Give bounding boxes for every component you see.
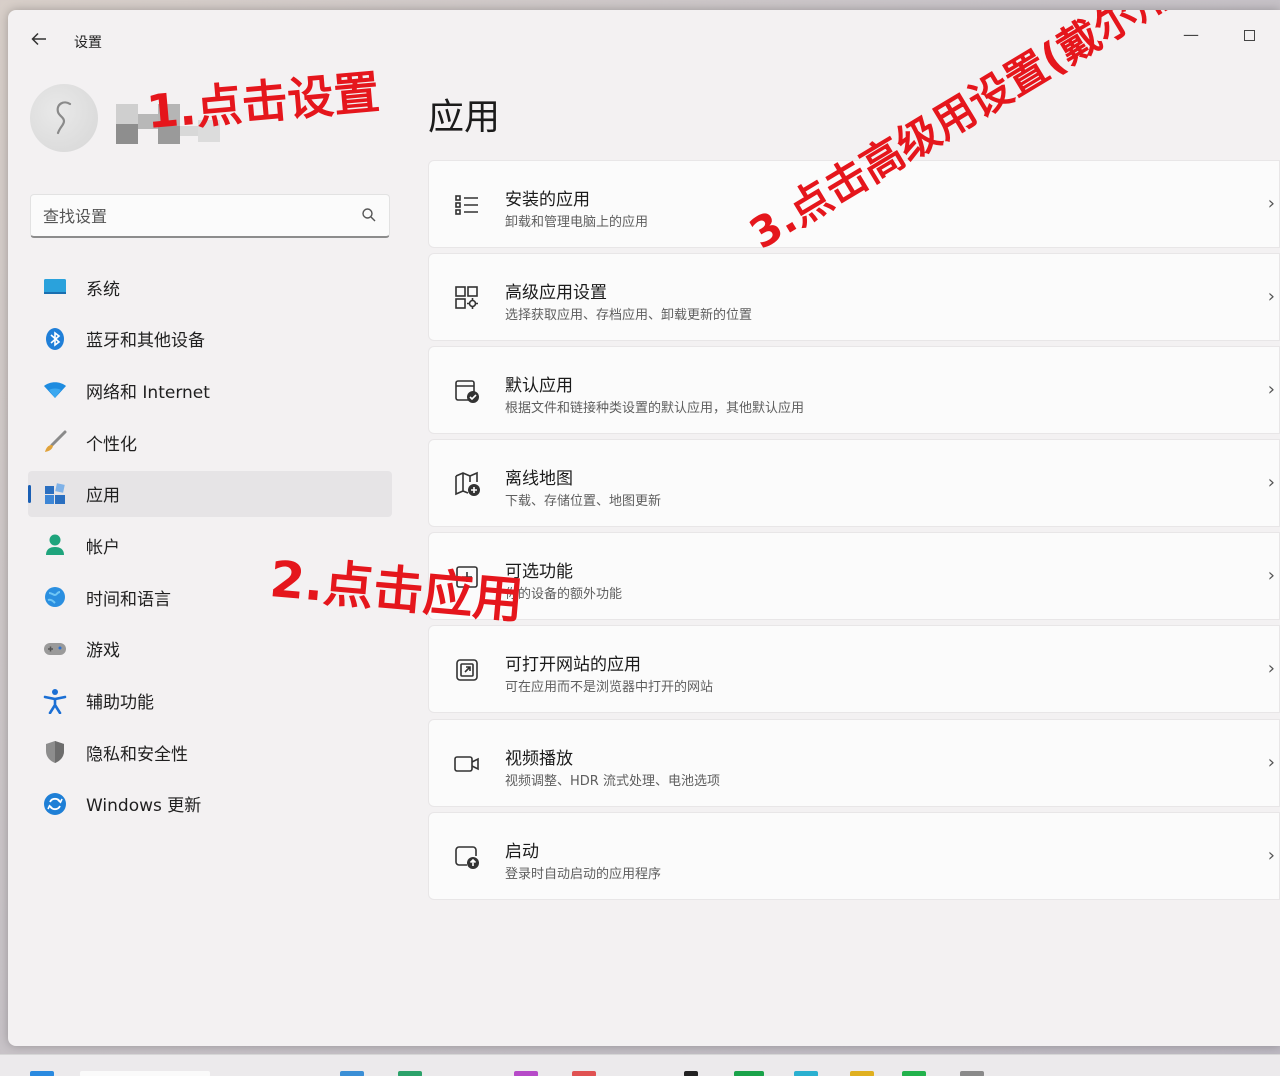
card-description: 登录时自动启动的应用程序 bbox=[505, 866, 662, 882]
card-optional-features[interactable]: 可选功能 你的设备的额外功能 › bbox=[428, 532, 1280, 621]
accessibility-icon bbox=[42, 688, 68, 714]
search-icon bbox=[362, 208, 376, 222]
active-indicator bbox=[28, 484, 31, 503]
sidebar-item-windows-update[interactable]: Windows 更新 bbox=[28, 781, 392, 827]
taskbar-app-icon[interactable] bbox=[684, 1071, 698, 1076]
sidebar-item-label: 游戏 bbox=[86, 641, 120, 662]
chevron-right-icon: › bbox=[1267, 751, 1275, 773]
card-advanced-app-settings[interactable]: 高级应用设置 选择获取应用、存档应用、卸载更新的位置 › bbox=[428, 253, 1280, 342]
sidebar-item-gaming[interactable]: 游戏 bbox=[28, 626, 392, 672]
sidebar-item-label: 时间和语言 bbox=[86, 589, 171, 610]
window-title: 设置 bbox=[74, 35, 102, 51]
list-icon bbox=[455, 195, 478, 215]
taskbar-app-icon[interactable] bbox=[734, 1071, 764, 1076]
open-website-icon bbox=[456, 659, 478, 682]
apps-icon bbox=[42, 481, 68, 507]
sidebar-item-accessibility[interactable]: 辅助功能 bbox=[28, 678, 392, 724]
taskbar-app-icon[interactable] bbox=[514, 1071, 538, 1076]
taskbar-app-icon[interactable] bbox=[340, 1071, 364, 1076]
page-title: 应用 bbox=[428, 97, 501, 138]
card-title: 可打开网站的应用 bbox=[505, 655, 641, 676]
card-title: 安装的应用 bbox=[505, 190, 590, 210]
chevron-right-icon: › bbox=[1267, 286, 1275, 308]
sidebar-item-label: 隐私和安全性 bbox=[86, 744, 188, 765]
taskbar-app-icon[interactable] bbox=[398, 1071, 422, 1076]
sidebar-item-label: 个性化 bbox=[86, 434, 137, 455]
brush-icon bbox=[42, 429, 68, 455]
chevron-right-icon: › bbox=[1267, 565, 1275, 587]
card-description: 根据文件和链接种类设置的默认应用，其他默认应用 bbox=[505, 401, 805, 417]
sidebar-item-label: 辅助功能 bbox=[86, 693, 154, 713]
system-icon bbox=[42, 274, 68, 300]
card-description: 视频调整、HDR 流式处理、电池选项 bbox=[505, 773, 720, 789]
sidebar-item-personalization[interactable]: 个性化 bbox=[28, 419, 392, 465]
minimize-button[interactable]: — bbox=[1176, 20, 1206, 50]
card-startup[interactable]: 启动 登录时自动启动的应用程序 › bbox=[428, 811, 1280, 900]
taskbar bbox=[0, 1054, 1280, 1076]
card-default-apps[interactable]: 默认应用 根据文件和链接种类设置的默认应用，其他默认应用 › bbox=[428, 346, 1280, 435]
card-description: 可在应用而不是浏览器中打开的网站 bbox=[505, 680, 714, 696]
taskbar-app-icon[interactable] bbox=[572, 1071, 596, 1076]
video-icon bbox=[454, 755, 479, 772]
sidebar-item-apps[interactable]: 应用 bbox=[28, 470, 392, 517]
settings-list: 安装的应用 卸载和管理电脑上的应用 › 高级应用设置 选择获取应用、存档应用、卸… bbox=[428, 160, 1280, 905]
sidebar-item-label: 帐户 bbox=[86, 537, 120, 558]
card-description: 下载、存储位置、地图更新 bbox=[505, 494, 662, 510]
card-offline-maps[interactable]: 离线地图 下载、存储位置、地图更新 › bbox=[428, 439, 1280, 528]
chevron-right-icon: › bbox=[1267, 472, 1275, 494]
gamepad-icon bbox=[42, 636, 68, 662]
card-video-playback[interactable]: 视频播放 视频调整、HDR 流式处理、电池选项 › bbox=[428, 718, 1280, 807]
card-apps-for-websites[interactable]: 可打开网站的应用 可在应用而不是浏览器中打开的网站 › bbox=[428, 625, 1280, 714]
update-icon bbox=[42, 791, 68, 817]
sidebar-item-label: Windows 更新 bbox=[86, 796, 202, 817]
card-title: 默认应用 bbox=[505, 376, 573, 397]
avatar[interactable] bbox=[30, 84, 98, 152]
wifi-icon bbox=[42, 377, 68, 403]
back-arrow-icon[interactable] bbox=[26, 28, 52, 54]
account-icon bbox=[42, 532, 68, 558]
sidebar-item-privacy[interactable]: 隐私和安全性 bbox=[28, 729, 392, 775]
search-box[interactable] bbox=[30, 194, 390, 238]
sidebar-item-system[interactable]: 系统 bbox=[28, 264, 392, 310]
globe-icon bbox=[42, 584, 68, 610]
advanced-apps-icon bbox=[455, 286, 478, 310]
shield-icon bbox=[42, 739, 68, 765]
card-title: 高级应用设置 bbox=[505, 283, 607, 304]
sidebar-item-bluetooth[interactable]: 蓝牙和其他设备 bbox=[28, 316, 392, 362]
card-title: 视频播放 bbox=[505, 748, 573, 769]
chevron-right-icon: › bbox=[1267, 658, 1275, 680]
sidebar-item-label: 网络和 Internet bbox=[86, 382, 210, 403]
maximize-button[interactable] bbox=[1234, 20, 1264, 50]
sidebar-item-label: 蓝牙和其他设备 bbox=[86, 331, 205, 352]
sidebar-item-label: 应用 bbox=[86, 486, 120, 507]
taskbar-app-icon[interactable] bbox=[850, 1071, 874, 1076]
sidebar-item-label: 系统 bbox=[86, 279, 120, 300]
taskbar-app-icon[interactable] bbox=[794, 1071, 818, 1076]
card-description: 选择获取应用、存档应用、卸载更新的位置 bbox=[505, 308, 753, 324]
card-description: 卸载和管理电脑上的应用 bbox=[505, 215, 649, 230]
taskbar-app-icon[interactable] bbox=[902, 1071, 926, 1076]
taskbar-search-icon[interactable] bbox=[80, 1071, 210, 1076]
card-title: 离线地图 bbox=[505, 469, 573, 490]
taskbar-app-icon[interactable] bbox=[960, 1071, 984, 1076]
bluetooth-icon bbox=[42, 326, 68, 352]
taskbar-start-icon[interactable] bbox=[30, 1071, 54, 1076]
chevron-right-icon: › bbox=[1267, 193, 1275, 214]
sidebar-item-network[interactable]: 网络和 Internet bbox=[28, 367, 392, 413]
settings-window: 设置 — 系统 蓝牙和其他设备 网络和 Internet bbox=[8, 10, 1280, 1046]
default-apps-icon bbox=[455, 380, 479, 404]
startup-icon bbox=[455, 845, 479, 869]
chevron-right-icon: › bbox=[1267, 379, 1275, 401]
maximize-icon bbox=[1243, 30, 1255, 41]
map-icon bbox=[455, 472, 480, 497]
search-input[interactable] bbox=[43, 205, 343, 227]
card-title: 启动 bbox=[505, 841, 539, 862]
chevron-right-icon: › bbox=[1267, 844, 1275, 866]
